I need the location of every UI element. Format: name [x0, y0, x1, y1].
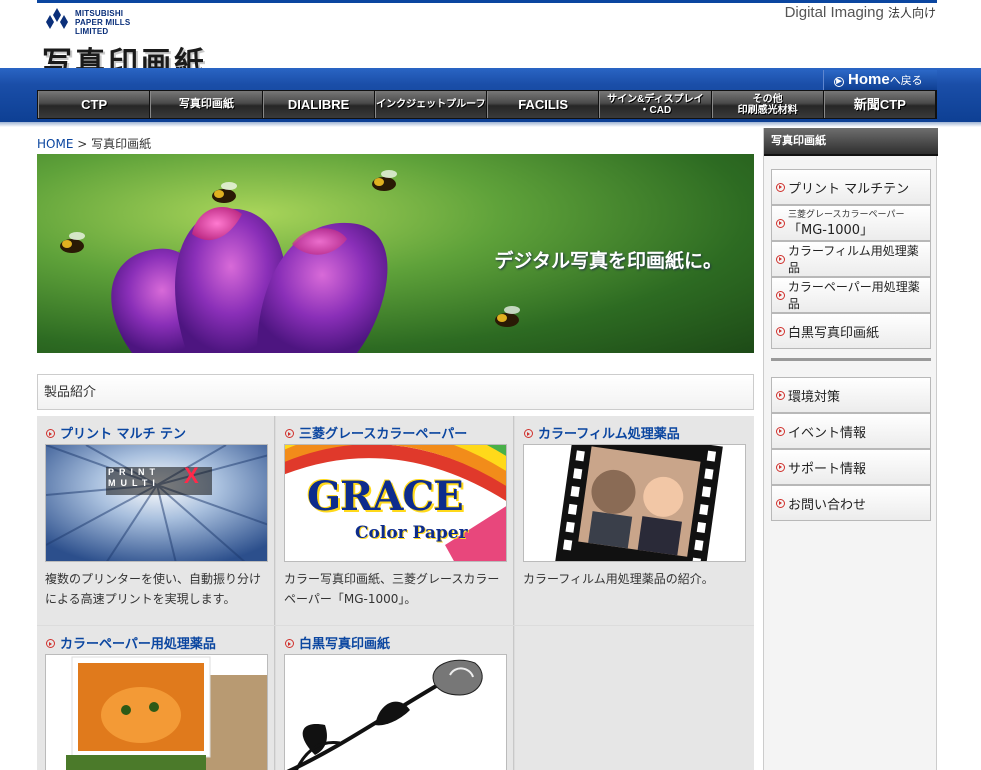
product-image-color-film[interactable]: [523, 444, 746, 562]
product-description: カラーフィルム用処理薬品の紹介。: [523, 572, 714, 586]
product-image-print-multi[interactable]: PRINT MULTI X: [45, 444, 268, 562]
header-band-shadow: [0, 122, 981, 127]
company-logo[interactable]: MITSUBISHI PAPER MILLS LIMITED: [42, 8, 162, 38]
sidebar-item-mg1000[interactable]: 三菱グレースカラーペーパー 「MG-1000」: [771, 205, 931, 241]
site-tagline: Digital Imaging 法人向け: [784, 4, 936, 21]
nav-item-other[interactable]: その他 印刷感光材料: [711, 91, 824, 118]
product-image-bw-paper[interactable]: [284, 654, 507, 770]
sidebar-header: 写真印画紙: [764, 128, 938, 156]
nav-item-dialibre[interactable]: DIALIBRE: [262, 91, 375, 118]
print-multi-image: [46, 445, 267, 561]
product-image-color-paper[interactable]: [45, 654, 268, 770]
nav-item-inkjet-proof[interactable]: インクジェットプルーフ: [374, 91, 487, 118]
product-card-print-multi: プリント マルチ テン PRINT MULTI X 複数のプリンターを使い、自動…: [37, 416, 275, 625]
sidebar-item-environment[interactable]: 環境対策: [771, 377, 931, 413]
arrow-bullet-icon: [776, 426, 785, 436]
product-card-color-film-chemicals: カラーフィルム処理薬品 カラーフィルム用処理薬品の紹介。: [515, 416, 754, 625]
arrow-bullet-icon: [776, 390, 785, 400]
arrow-circle-icon: ▶: [834, 77, 844, 87]
nav-item-newspaper-ctp[interactable]: 新聞CTP: [823, 91, 936, 118]
product-title-link[interactable]: カラーペーパー用処理薬品: [46, 633, 216, 652]
product-card-grace-color-paper: 三菱グレースカラーペーパー GRACE Color Paper カラー写真印画紙…: [276, 416, 514, 625]
breadcrumb-home-link[interactable]: HOME: [37, 137, 73, 151]
product-grid: プリント マルチ テン PRINT MULTI X 複数のプリンターを使い、自動…: [37, 416, 754, 770]
arrow-bullet-icon: [776, 462, 785, 472]
arrow-bullet-icon: [776, 254, 785, 264]
hero-banner: デジタル写真を印画紙に。: [37, 154, 754, 353]
hero-caption: デジタル写真を印画紙に。: [494, 250, 722, 272]
sidebar-item-print-multi[interactable]: プリント マルチテン: [771, 169, 931, 205]
nav-item-facilis[interactable]: FACILIS: [487, 91, 600, 118]
sidebar: 写真印画紙 プリント マルチテン 三菱グレースカラーペーパー 「MG-1000」 …: [763, 128, 938, 770]
product-title-link[interactable]: カラーフィルム処理薬品: [524, 423, 680, 442]
top-accent-line: [37, 0, 937, 3]
arrow-bullet-icon: [46, 429, 55, 438]
sidebar-item-bw-photo-paper[interactable]: 白黒写真印画紙: [771, 313, 931, 349]
sidebar-divider: [771, 358, 931, 361]
product-title-link[interactable]: 白黒写真印画紙: [285, 633, 390, 652]
film-strip-photo-image: [524, 445, 745, 561]
product-card-color-paper-chemicals: カラーペーパー用処理薬品: [37, 626, 275, 770]
mitsubishi-diamonds-icon: [46, 8, 68, 29]
arrow-bullet-icon: [285, 639, 294, 648]
arrow-bullet-icon: [285, 429, 294, 438]
arrow-bullet-icon: [776, 218, 785, 228]
company-name: MITSUBISHI PAPER MILLS LIMITED: [75, 9, 131, 36]
arrow-bullet-icon: [776, 498, 785, 508]
breadcrumb-current: 写真印画紙: [91, 137, 152, 151]
sidebar-item-support[interactable]: サポート情報: [771, 449, 931, 485]
product-title-link[interactable]: 三菱グレースカラーペーパー: [285, 423, 467, 442]
arrow-bullet-icon: [776, 290, 785, 300]
product-description: カラー写真印画紙、三菱グレースカラーペーパー「MG-1000」。: [284, 572, 500, 606]
breadcrumb-separator: >: [77, 137, 88, 151]
arrow-bullet-icon: [776, 182, 785, 192]
arrow-bullet-icon: [46, 639, 55, 648]
product-description: 複数のプリンターを使い、自動振り分けによる高速プリントを実現します。: [45, 572, 262, 606]
nav-item-sign-display[interactable]: サイン&ディスプレイ ・CAD: [599, 91, 712, 118]
nav-item-ctp[interactable]: CTP: [38, 91, 151, 118]
product-card-bw-photo-paper: 白黒写真印画紙: [276, 626, 514, 770]
product-card-empty: [515, 626, 754, 770]
arrow-bullet-icon: [776, 326, 785, 336]
sidebar-item-contact[interactable]: お問い合わせ: [771, 485, 931, 521]
arrow-bullet-icon: [524, 429, 533, 438]
rose-bw-image: [285, 655, 506, 770]
sidebar-item-color-paper-chemicals[interactable]: カラーペーパー用処理薬品: [771, 277, 931, 313]
home-back-link[interactable]: ▶ Homeへ戻る: [823, 70, 937, 90]
product-image-grace[interactable]: GRACE Color Paper: [284, 444, 507, 562]
cat-photo-image: [46, 655, 267, 770]
nav-item-photo-paper[interactable]: 写真印画紙: [150, 91, 263, 118]
sidebar-item-color-film-chemicals[interactable]: カラーフィルム用処理薬品: [771, 241, 931, 277]
product-title-link[interactable]: プリント マルチ テン: [46, 423, 186, 442]
main-nav: CTP 写真印画紙 DIALIBRE インクジェットプルーフ FACILIS サ…: [37, 90, 937, 119]
section-header-products: 製品紹介: [37, 374, 754, 410]
breadcrumb: HOME > 写真印画紙: [37, 135, 151, 152]
sidebar-item-events[interactable]: イベント情報: [771, 413, 931, 449]
